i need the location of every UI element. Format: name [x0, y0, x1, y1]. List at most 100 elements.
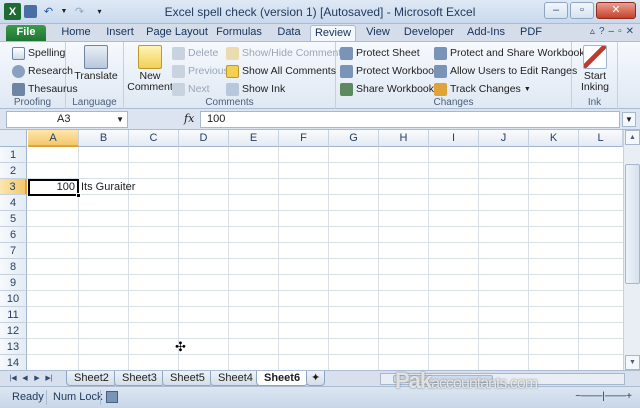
undo-icon[interactable]: ↶	[40, 3, 57, 20]
row-header-3[interactable]: 3	[0, 179, 27, 195]
horizontal-scrollbar[interactable]	[380, 373, 625, 385]
sheet-tab-sheet4[interactable]: Sheet4	[210, 371, 261, 386]
column-header-k[interactable]: K	[529, 130, 579, 147]
maximize-button[interactable]: ▫	[570, 2, 594, 19]
row-header-2[interactable]: 2	[0, 163, 27, 179]
expand-formula-bar-icon[interactable]: ▼	[622, 112, 636, 127]
scroll-up-icon[interactable]: ▲	[625, 130, 640, 145]
new-comment-button[interactable]: New Comment	[127, 45, 173, 93]
column-header-d[interactable]: D	[179, 130, 229, 147]
spelling-button[interactable]: Spelling	[12, 45, 65, 61]
last-sheet-icon[interactable]: ▶|	[44, 373, 54, 384]
help-icon[interactable]: ?	[599, 26, 605, 37]
column-header-i[interactable]: I	[429, 130, 479, 147]
research-button[interactable]: Research	[12, 63, 73, 79]
allow-users-edit-ranges-button[interactable]: Allow Users to Edit Ranges	[434, 63, 577, 79]
row-header-4[interactable]: 4	[0, 195, 27, 211]
select-all-corner[interactable]	[0, 130, 27, 147]
minimize-ribbon-icon[interactable]: ▵	[590, 26, 595, 37]
protect-sheet-button[interactable]: Protect Sheet	[340, 45, 420, 61]
sheet-tab-sheet5[interactable]: Sheet5	[162, 371, 213, 386]
tab-view[interactable]: View	[362, 25, 394, 41]
worksheet-grid[interactable]: A B C D E F G H I J K L 1 2 3 4 5 6 7 8 9 10 11 12 13 14 100 Its …	[0, 130, 640, 371]
tab-pdf[interactable]: PDF	[516, 25, 546, 41]
tab-add-ins[interactable]: Add-Ins	[464, 25, 508, 41]
tab-data[interactable]: Data	[272, 25, 306, 41]
insert-sheet-icon[interactable]: ✦	[306, 371, 326, 386]
formula-bar: A3 ▼ fx 100 ▼	[0, 109, 640, 130]
column-header-g[interactable]: G	[329, 130, 379, 147]
workbook-close-icon[interactable]: ✕	[626, 26, 634, 37]
show-all-comments-button[interactable]: Show All Comments	[226, 63, 336, 79]
tab-insert[interactable]: Insert	[100, 25, 140, 41]
name-box[interactable]: A3 ▼	[6, 111, 128, 128]
tab-page-layout[interactable]: Page Layout	[146, 25, 208, 41]
row-header-11[interactable]: 11	[0, 307, 27, 323]
column-header-j[interactable]: J	[479, 130, 529, 147]
zoom-slider[interactable]: −───|───+	[575, 391, 632, 402]
workbook-minimize-icon[interactable]: –	[609, 26, 615, 37]
next-sheet-icon[interactable]: ▶	[32, 373, 42, 384]
column-header-b[interactable]: B	[79, 130, 129, 147]
sheet-tab-sheet2[interactable]: Sheet2	[66, 371, 117, 386]
first-sheet-icon[interactable]: |◀	[8, 373, 18, 384]
close-button[interactable]: ✕	[596, 2, 636, 19]
insert-function-icon[interactable]: fx	[184, 112, 194, 125]
proofing-group: Spelling Research Thesaurus Proofing	[0, 42, 78, 109]
previous-comment-button[interactable]: Previous	[172, 63, 229, 79]
column-header-l[interactable]: L	[579, 130, 623, 147]
protect-workbook-button[interactable]: Protect Workbook	[340, 63, 439, 79]
next-comment-button[interactable]: Next	[172, 81, 210, 97]
prev-sheet-icon[interactable]: ◀	[20, 373, 30, 384]
column-header-a[interactable]: A	[28, 130, 79, 147]
column-header-h[interactable]: H	[379, 130, 429, 147]
vertical-scroll-thumb[interactable]	[625, 164, 640, 284]
row-header-14[interactable]: 14	[0, 355, 27, 371]
start-inking-button[interactable]: Start Inking	[576, 45, 614, 93]
protect-share-workbook-button[interactable]: Protect and Share Workbook	[434, 45, 585, 61]
track-changes-button[interactable]: Track Changes ▼	[434, 81, 531, 97]
show-hide-comment-button[interactable]: Show/Hide Comment	[226, 45, 341, 61]
column-header-c[interactable]: C	[129, 130, 179, 147]
sheet-tab-sheet6[interactable]: Sheet6	[256, 371, 309, 386]
tab-file[interactable]: File	[6, 25, 46, 41]
name-box-dropdown-icon[interactable]: ▼	[116, 112, 124, 127]
row-header-9[interactable]: 9	[0, 275, 27, 291]
new-comment-icon	[138, 45, 162, 69]
formula-input[interactable]: 100	[200, 111, 620, 128]
row-header-8[interactable]: 8	[0, 259, 27, 275]
save-icon[interactable]	[24, 5, 37, 18]
row-header-1[interactable]: 1	[0, 147, 27, 163]
delete-comment-button[interactable]: Delete	[172, 45, 218, 61]
macro-record-icon[interactable]	[106, 391, 118, 403]
vertical-scrollbar[interactable]: ▲ ▼	[623, 130, 640, 370]
cell-b3[interactable]: Its Guraiter	[81, 180, 135, 195]
workbook-restore-icon[interactable]: ▫	[618, 26, 622, 37]
horizontal-scroll-thumb[interactable]	[393, 375, 493, 383]
translate-button[interactable]: Translate	[74, 45, 118, 82]
row-header-13[interactable]: 13	[0, 339, 27, 355]
row-header-6[interactable]: 6	[0, 227, 27, 243]
excel-logo-icon[interactable]: X	[4, 3, 21, 20]
sheet-tab-sheet3[interactable]: Sheet3	[114, 371, 165, 386]
column-header-e[interactable]: E	[229, 130, 279, 147]
tab-developer[interactable]: Developer	[402, 25, 456, 41]
row-header-12[interactable]: 12	[0, 323, 27, 339]
tab-review[interactable]: Review	[310, 25, 356, 41]
allow-users-label: Allow Users to Edit Ranges	[450, 65, 578, 77]
cell-a3[interactable]: 100	[28, 179, 81, 198]
tab-home[interactable]: Home	[56, 25, 96, 41]
row-header-7[interactable]: 7	[0, 243, 27, 259]
redo-icon[interactable]: ↷	[71, 3, 88, 20]
customize-qat-icon[interactable]: ▾	[91, 3, 108, 20]
show-ink-button[interactable]: Show Ink	[226, 81, 285, 97]
row-header-5[interactable]: 5	[0, 211, 27, 227]
minimize-button[interactable]: –	[544, 2, 568, 19]
column-header-f[interactable]: F	[279, 130, 329, 147]
tab-formulas[interactable]: Formulas	[214, 25, 264, 41]
undo-dropdown-icon[interactable]: ▼	[60, 3, 68, 20]
share-workbook-button[interactable]: Share Workbook	[340, 81, 434, 97]
scroll-down-icon[interactable]: ▼	[625, 355, 640, 370]
row-header-10[interactable]: 10	[0, 291, 27, 307]
new-comment-label-2: Comment	[127, 81, 173, 93]
